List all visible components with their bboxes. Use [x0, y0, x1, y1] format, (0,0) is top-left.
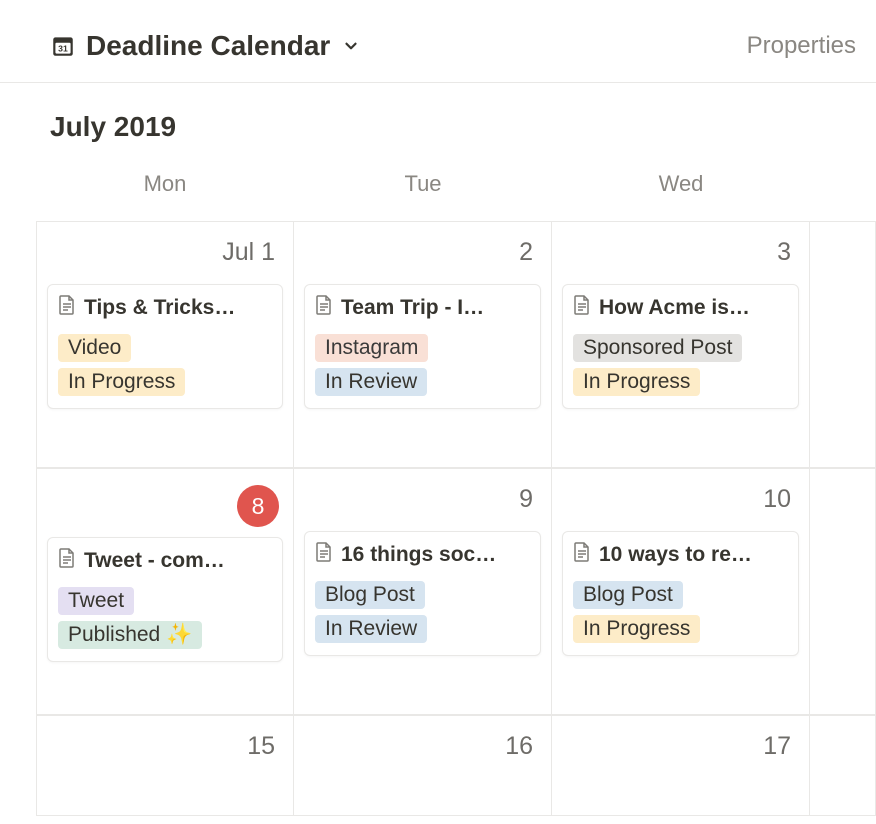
view-header: 31 Deadline Calendar Properties — [0, 0, 876, 83]
calendar-cell[interactable] — [810, 469, 876, 715]
event-tag: In Progress — [573, 615, 700, 643]
date-number: 10 — [562, 481, 799, 531]
calendar-cell[interactable]: 16 — [294, 716, 552, 816]
page-icon — [315, 542, 333, 567]
svg-text:31: 31 — [58, 43, 68, 53]
date-number: 9 — [304, 481, 541, 531]
event-card[interactable]: 16 things soc… Blog Post In Review — [304, 531, 541, 656]
event-tag: Blog Post — [315, 581, 425, 609]
page-icon — [573, 542, 591, 567]
page-icon — [315, 295, 333, 320]
today-badge: 8 — [237, 485, 279, 527]
event-card[interactable]: Tips & Tricks… Video In Progress — [47, 284, 283, 409]
date-number: 15 — [47, 728, 283, 778]
page-icon — [58, 295, 76, 320]
date-number: 17 — [562, 728, 799, 778]
calendar-cell[interactable]: 9 16 things soc… Blog Post In Review — [294, 469, 552, 715]
page-icon — [58, 548, 76, 573]
date-number — [820, 481, 865, 531]
date-number — [820, 728, 865, 778]
event-tag: In Review — [315, 368, 427, 396]
calendar-cell[interactable]: 8 Tweet - com… Tweet Published ✨ — [36, 469, 294, 715]
month-label: July 2019 — [0, 83, 876, 165]
event-title: 16 things soc… — [341, 543, 496, 567]
calendar-grid: Jul 1Tips & Tricks…VideoIn Progress2Team… — [0, 221, 876, 816]
day-header: Wed — [552, 165, 810, 221]
chevron-down-icon — [342, 37, 360, 55]
event-title-row: Team Trip - I… — [315, 295, 530, 320]
view-title-dropdown[interactable]: 31 Deadline Calendar — [50, 30, 360, 62]
event-title: Team Trip - I… — [341, 296, 484, 320]
calendar-cell[interactable]: Jul 1 Tips & Tricks… Video In Progress — [36, 222, 294, 468]
event-title: How Acme is… — [599, 296, 750, 320]
event-card[interactable]: Team Trip - I… Instagram In Review — [304, 284, 541, 409]
event-card[interactable]: 10 ways to re… Blog Post In Progress — [562, 531, 799, 656]
event-card[interactable]: Tweet - com… Tweet Published ✨ — [47, 537, 283, 662]
event-tag: In Progress — [573, 368, 700, 396]
event-tag: Sponsored Post — [573, 334, 742, 362]
calendar-icon: 31 — [50, 33, 76, 59]
event-title-row: 16 things soc… — [315, 542, 530, 567]
date-number: 2 — [304, 234, 541, 284]
calendar-cell[interactable]: 3 How Acme is… Sponsored Post In Progress — [552, 222, 810, 468]
day-header-row: Mon Tue Wed — [36, 165, 876, 221]
event-title: Tweet - com… — [84, 549, 225, 573]
date-number: 16 — [304, 728, 541, 778]
event-title-row: Tweet - com… — [58, 548, 272, 573]
calendar-cell[interactable] — [810, 716, 876, 816]
calendar-cell[interactable]: 10 10 ways to re… Blog Post In Progress — [552, 469, 810, 715]
event-tag: Tweet — [58, 587, 134, 615]
date-number: 3 — [562, 234, 799, 284]
properties-button[interactable]: Properties — [747, 32, 856, 60]
calendar-cell[interactable]: 2 Team Trip - I… Instagram In Review — [294, 222, 552, 468]
event-tag: Instagram — [315, 334, 428, 362]
event-tag: In Progress — [58, 368, 185, 396]
date-number — [820, 234, 865, 284]
event-tag: Published ✨ — [58, 621, 202, 649]
calendar-cell[interactable]: 17 — [552, 716, 810, 816]
event-tag: Video — [58, 334, 131, 362]
date-number: Jul 1 — [47, 234, 283, 284]
day-header — [810, 165, 876, 221]
event-title-row: 10 ways to re… — [573, 542, 788, 567]
event-title-row: Tips & Tricks… — [58, 295, 272, 320]
day-header: Tue — [294, 165, 552, 221]
page-icon — [573, 295, 591, 320]
event-title: Tips & Tricks… — [84, 296, 235, 320]
event-tag: In Review — [315, 615, 427, 643]
day-header: Mon — [36, 165, 294, 221]
event-card[interactable]: How Acme is… Sponsored Post In Progress — [562, 284, 799, 409]
event-tag: Blog Post — [573, 581, 683, 609]
calendar-cell[interactable]: 15 — [36, 716, 294, 816]
date-number: 8 — [47, 481, 283, 537]
calendar-cell[interactable] — [810, 222, 876, 468]
event-title: 10 ways to re… — [599, 543, 752, 567]
view-title: Deadline Calendar — [86, 30, 330, 62]
event-title-row: How Acme is… — [573, 295, 788, 320]
